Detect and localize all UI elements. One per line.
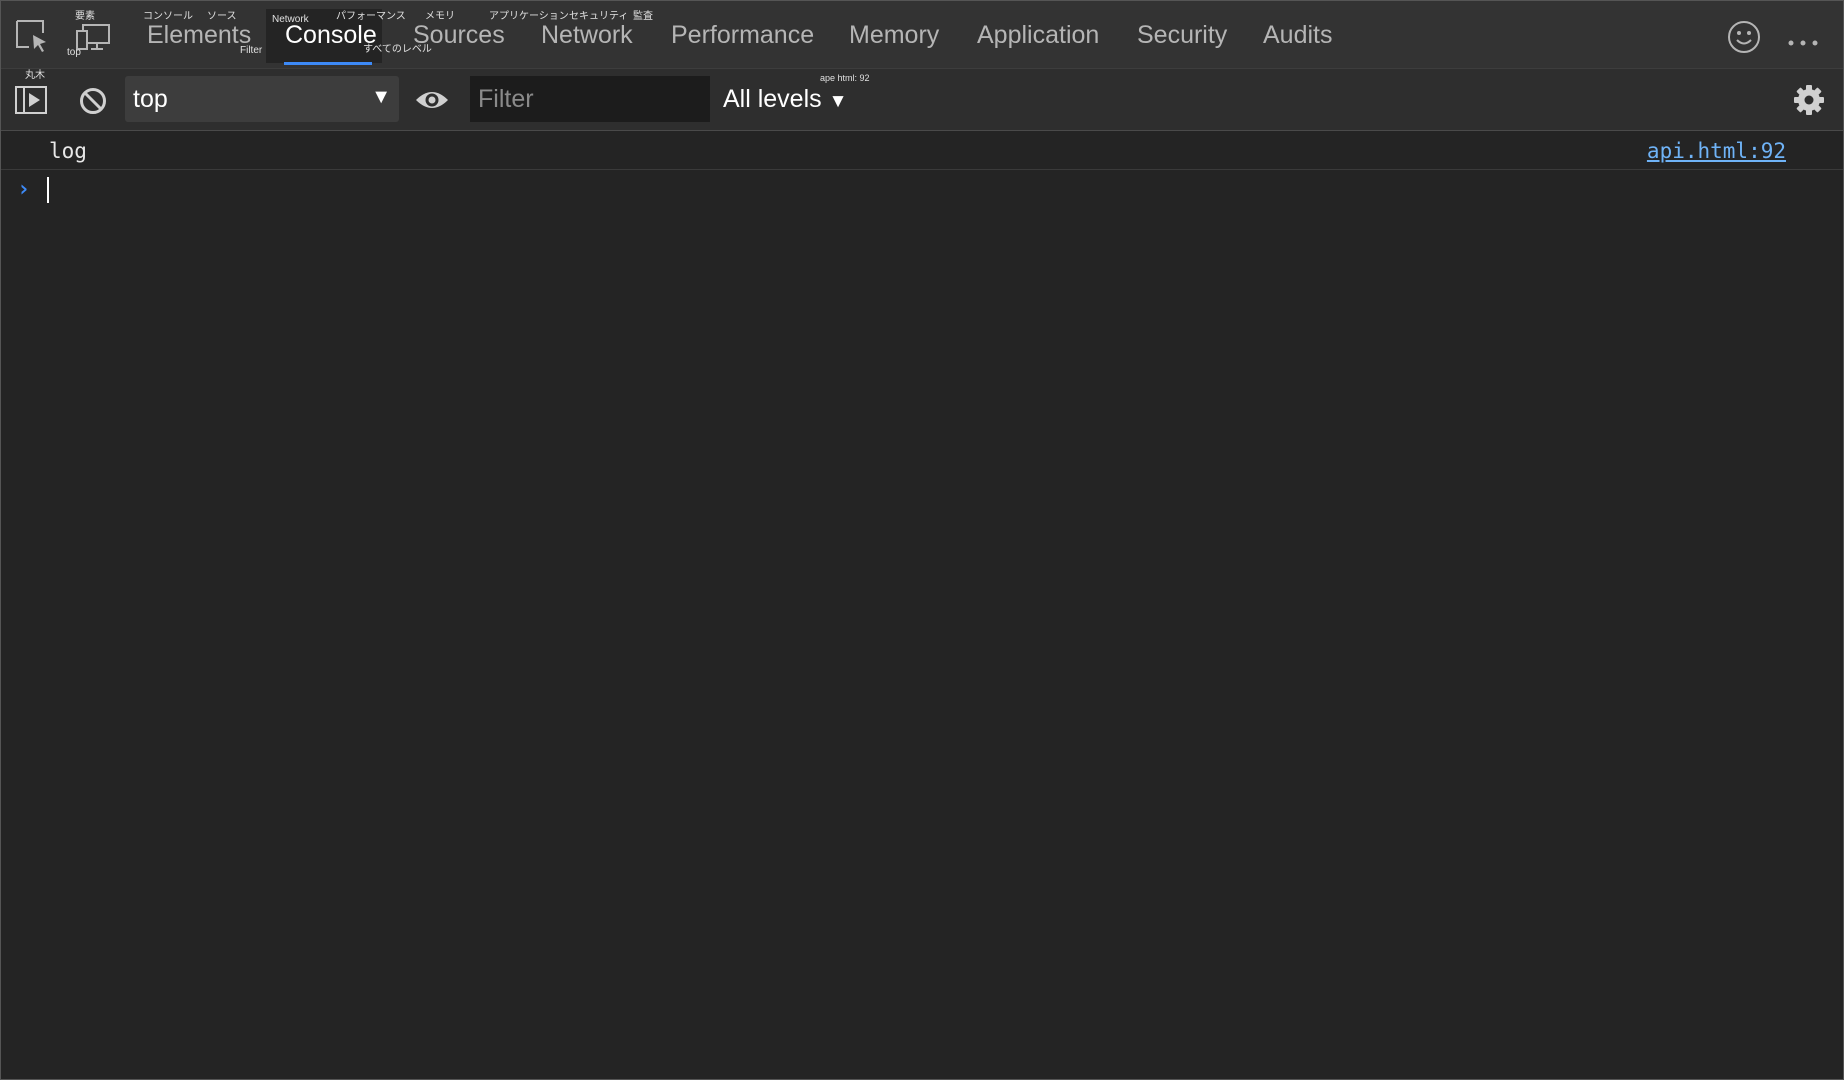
- chevron-down-icon: ▼: [371, 86, 391, 108]
- tab-console[interactable]: Console: [285, 20, 377, 50]
- log-levels-dropdown[interactable]: All levels ▼: [723, 86, 847, 115]
- console-prompt-row[interactable]: ›: [1, 173, 1843, 207]
- tab-annotation-elements: 要素: [75, 11, 95, 22]
- settings-gear-icon[interactable]: [1793, 84, 1825, 121]
- device-annotation: top: [67, 47, 81, 58]
- prompt-chevron-icon: ›: [17, 177, 31, 202]
- active-tab-indicator: [284, 62, 372, 65]
- console-prompt-input[interactable]: [47, 177, 1749, 203]
- show-sidebar-icon[interactable]: [15, 86, 47, 119]
- tab-elements[interactable]: Elements: [147, 20, 251, 50]
- levels-annotation: ape html: 92: [820, 73, 870, 83]
- live-expression-eye-icon[interactable]: [415, 88, 449, 117]
- clear-console-icon[interactable]: [78, 86, 108, 121]
- console-message-source-link[interactable]: api.html:92: [1647, 139, 1786, 163]
- console-toolbar: 丸木 top ▼ Filter ape html: 92 All levels …: [1, 69, 1843, 131]
- tab-performance[interactable]: Performance: [671, 20, 814, 50]
- context-select-value: top: [133, 85, 168, 113]
- more-options-icon[interactable]: [1787, 34, 1821, 52]
- chevron-down-icon: ▼: [828, 91, 848, 112]
- devtools-tab-bar: top 要素 コンソール ソース Network パフォーマンス メモリ アプリ…: [1, 1, 1843, 69]
- tab-security[interactable]: Security: [1137, 20, 1227, 50]
- tab-network[interactable]: Network: [541, 20, 633, 50]
- tab-application[interactable]: Application: [977, 20, 1099, 50]
- sidebar-annotation: 丸木: [25, 70, 45, 81]
- tab-audits[interactable]: Audits: [1263, 20, 1332, 50]
- log-levels-label: All levels: [723, 85, 822, 113]
- feedback-smiley-icon[interactable]: [1727, 20, 1761, 59]
- tab-annotation-application: 監査: [633, 11, 653, 22]
- console-message-row: log api.html:92: [1, 135, 1843, 170]
- inspect-element-icon[interactable]: [15, 19, 49, 58]
- tab-sources[interactable]: Sources: [413, 20, 505, 50]
- devtools-window: top 要素 コンソール ソース Network パフォーマンス メモリ アプリ…: [0, 0, 1844, 1080]
- execution-context-select[interactable]: top ▼: [125, 76, 399, 122]
- filter-input[interactable]: [470, 76, 710, 122]
- console-message-text: log: [49, 139, 87, 163]
- tab-memory[interactable]: Memory: [849, 20, 939, 50]
